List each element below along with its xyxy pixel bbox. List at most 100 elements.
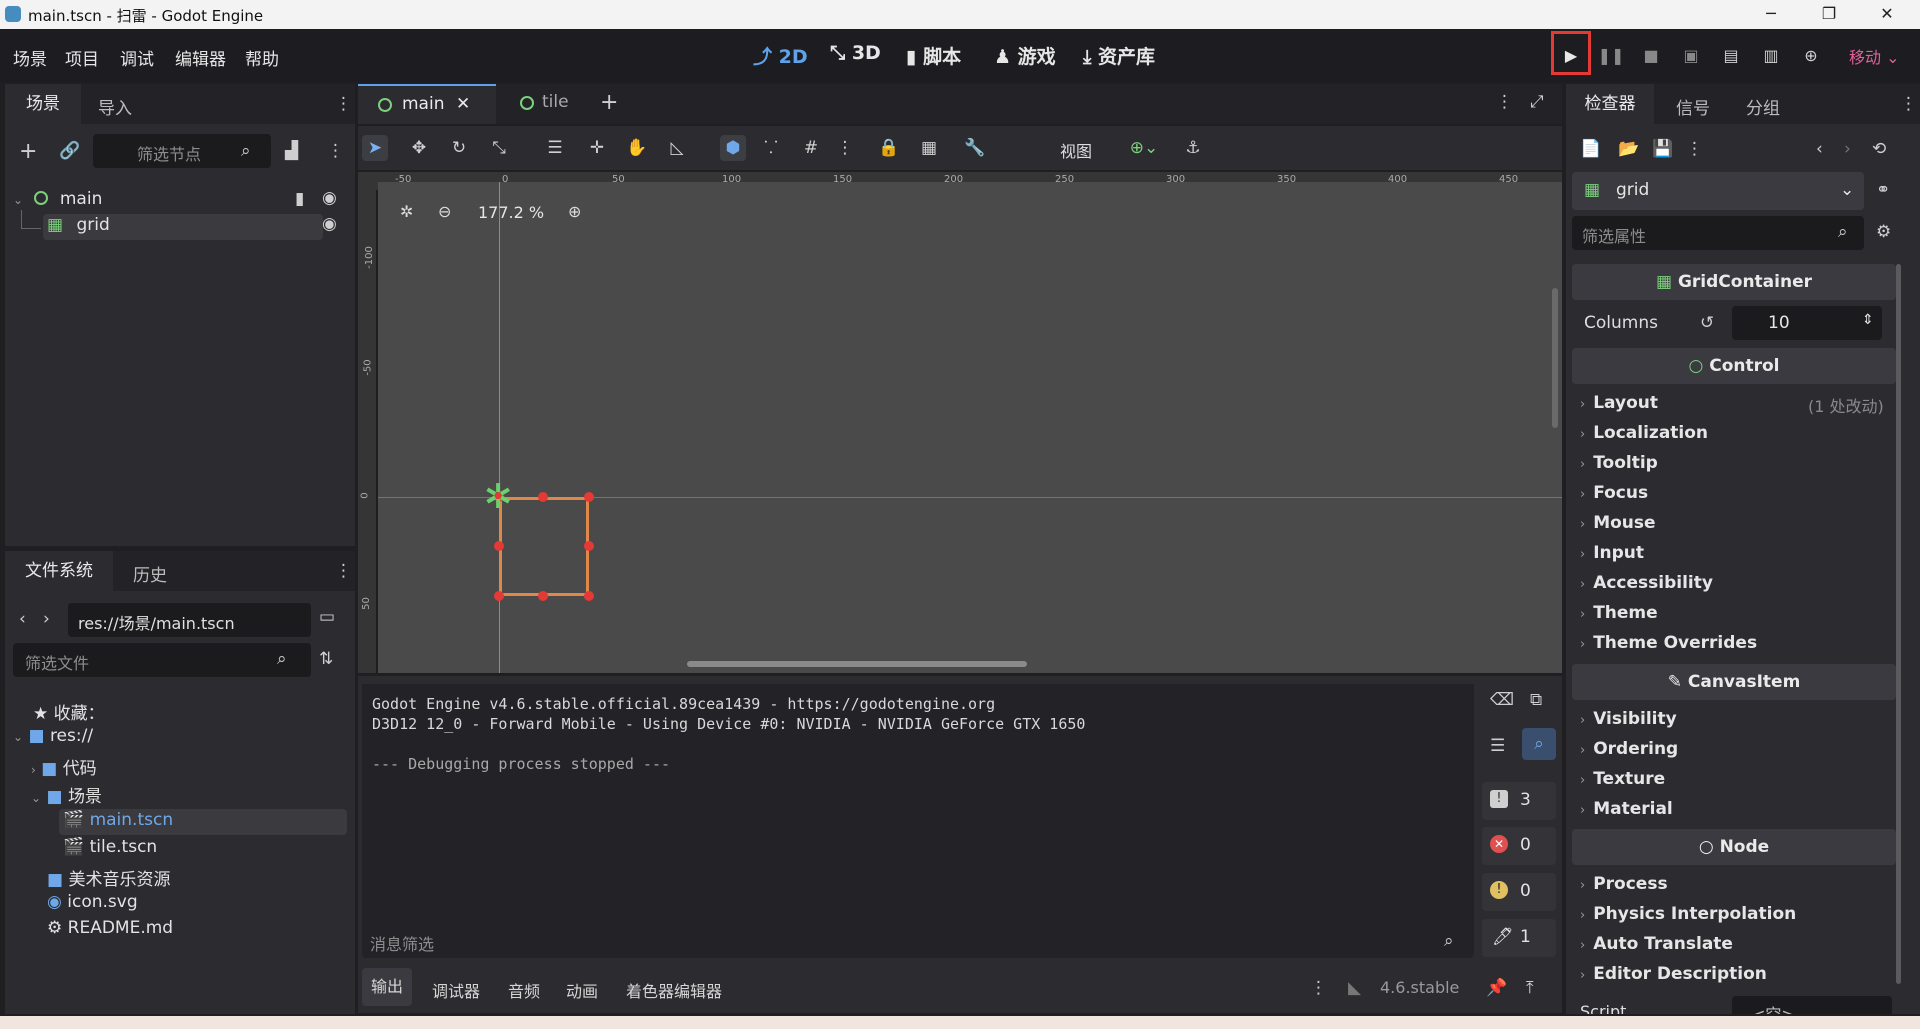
lock-icon[interactable]: 🔒 xyxy=(876,135,902,161)
favorites-item[interactable]: ★ 收藏： xyxy=(33,699,105,724)
class-header-canvasitem[interactable]: ✎ CanvasItem xyxy=(1572,664,1896,700)
move-mode-icon[interactable]: ✥ xyxy=(406,135,432,161)
tab-menu-icon[interactable]: ⋮ xyxy=(1496,92,1513,112)
scale-mode-icon[interactable]: ⤡ xyxy=(486,135,512,161)
zoom-in-icon[interactable]: ⊕ xyxy=(568,202,581,221)
tab-audio[interactable]: 音频 xyxy=(508,978,540,1002)
editor-message-count-button[interactable]: 🖊 1 xyxy=(1482,919,1556,957)
ruler-mode-icon[interactable]: ◺ xyxy=(664,135,690,161)
class-header-gridcontainer[interactable]: ▦ GridContainer xyxy=(1572,264,1896,300)
inspector-settings-icon[interactable]: ⚙ xyxy=(1876,222,1891,242)
view-menu[interactable]: 视图 xyxy=(1060,138,1092,162)
prop-physics-interpolation[interactable]: › Physics Interpolation xyxy=(1580,904,1796,924)
class-header-control[interactable]: ○ Control xyxy=(1572,348,1896,384)
menu-project[interactable]: 项目 xyxy=(65,45,99,70)
tab-debugger[interactable]: 调试器 xyxy=(432,978,480,1002)
add-anchor-icon[interactable]: ⊕⌄ xyxy=(1122,135,1166,161)
pin-icon[interactable]: 📌 xyxy=(1486,978,1507,998)
forward-icon[interactable]: › xyxy=(43,609,50,629)
file-filter-input[interactable]: 筛选文件 xyxy=(13,643,311,677)
instance-scene-icon[interactable]: ▟ xyxy=(285,141,298,161)
dock-menu-icon[interactable]: ⋮ xyxy=(1900,94,1917,114)
tab-main[interactable]: main ✕ xyxy=(358,84,496,124)
close-window-button[interactable]: ✕ xyxy=(1858,0,1916,29)
tab-history[interactable]: 历史 xyxy=(133,561,167,586)
list-select-icon[interactable]: ☰ xyxy=(542,135,568,161)
zoom-level[interactable]: 177.2 % xyxy=(478,203,544,222)
copy-output-icon[interactable]: ⧉ xyxy=(1530,690,1542,710)
prop-input[interactable]: › Input xyxy=(1580,543,1644,563)
minimize-button[interactable]: ─ xyxy=(1742,0,1800,29)
grid-snap-icon[interactable]: # xyxy=(798,135,824,161)
load-resource-icon[interactable]: 📂 xyxy=(1618,139,1639,159)
dock-menu-icon[interactable]: ⋮ xyxy=(335,94,352,114)
tab-groups[interactable]: 分组 xyxy=(1746,94,1780,119)
prop-texture[interactable]: › Texture xyxy=(1580,769,1665,789)
renderer-selector[interactable]: 移动 ⌄ xyxy=(1849,44,1900,68)
search-toggle-icon[interactable]: ⌕ xyxy=(1522,728,1556,760)
anchor-gizmo-icon[interactable]: ✲ xyxy=(484,480,513,514)
columns-spinbox[interactable]: 10 ⇕ xyxy=(1732,306,1882,340)
tab-output[interactable]: 输出 xyxy=(362,968,412,1006)
script-field[interactable]: <空> xyxy=(1732,996,1892,1014)
link-icon[interactable]: 🔗 xyxy=(59,141,80,161)
property-filter-input[interactable]: 筛选属性 xyxy=(1572,216,1864,250)
prop-material[interactable]: › Material xyxy=(1580,799,1673,819)
menu-editor[interactable]: 编辑器 xyxy=(175,45,226,70)
canvas-viewport[interactable]: ✲ ✲ ⊖ 177.2 % ⊕ xyxy=(378,182,1562,673)
movie-maker-icon[interactable]: ⊕ xyxy=(1797,43,1825,71)
handle[interactable] xyxy=(584,541,594,551)
tab-animation[interactable]: 动画 xyxy=(566,978,598,1002)
folder-scenes[interactable]: ⌄ ■ 场景 xyxy=(31,782,102,807)
scene-options-icon[interactable]: ⋮ xyxy=(327,141,344,161)
sort-icon[interactable]: ⇅ xyxy=(319,649,333,669)
dock-menu-icon[interactable]: ⋮ xyxy=(335,561,352,581)
prop-accessibility[interactable]: › Accessibility xyxy=(1580,573,1713,593)
inspector-scrollbar[interactable] xyxy=(1896,264,1901,984)
history-back-icon[interactable]: ‹ xyxy=(1816,139,1823,159)
anchor-icon[interactable]: ⚓ xyxy=(1180,135,1206,161)
warning-count-button[interactable]: ! 0 xyxy=(1482,873,1556,911)
close-tab-icon[interactable]: ✕ xyxy=(456,94,470,114)
prop-process[interactable]: › Process xyxy=(1580,874,1668,894)
path-field[interactable]: res://场景/main.tscn xyxy=(68,603,311,637)
tab-shader-editor[interactable]: 着色器编辑器 xyxy=(626,978,722,1002)
prop-editor-description[interactable]: › Editor Description xyxy=(1580,964,1767,984)
main-screen-3d[interactable]: ⤡ 3D xyxy=(830,42,881,64)
extra-options-icon[interactable]: ⋮ xyxy=(1686,139,1703,159)
prop-mouse[interactable]: › Mouse xyxy=(1580,513,1656,533)
group-icon[interactable]: ▦ xyxy=(916,135,942,161)
tab-inspector[interactable]: 检查器 xyxy=(1566,84,1654,124)
snap-icon[interactable]: ⸪ xyxy=(758,135,784,161)
visibility-eye-icon[interactable]: ◉ xyxy=(322,188,337,208)
menu-debug[interactable]: 调试 xyxy=(120,45,154,70)
prop-auto-translate[interactable]: › Auto Translate xyxy=(1580,934,1733,954)
prop-theme[interactable]: › Theme xyxy=(1580,603,1658,623)
tree-node-grid[interactable]: ▦ grid xyxy=(47,215,110,235)
add-tab-icon[interactable]: + xyxy=(600,90,618,115)
maximize-button[interactable]: ❐ xyxy=(1800,0,1858,29)
split-view-icon[interactable]: ▭ xyxy=(319,607,335,627)
zoom-out-icon[interactable]: ⊖ xyxy=(438,202,451,221)
clear-output-icon[interactable]: ⌫ xyxy=(1490,690,1514,710)
handle[interactable] xyxy=(494,591,504,601)
prop-ordering[interactable]: › Ordering xyxy=(1580,739,1678,759)
script-attached-icon[interactable]: ▮ xyxy=(295,189,304,209)
save-resource-icon[interactable]: 💾 xyxy=(1652,139,1673,159)
add-node-icon[interactable]: + xyxy=(19,139,37,164)
play-current-scene-icon[interactable]: ▤ xyxy=(1717,43,1745,71)
main-screen-2d[interactable]: ⤴ 2D xyxy=(753,42,808,69)
handle[interactable] xyxy=(538,591,548,601)
history-forward-icon[interactable]: › xyxy=(1844,139,1851,159)
handle[interactable] xyxy=(584,591,594,601)
remote-debug-icon[interactable]: ▣ xyxy=(1677,43,1705,71)
tab-tile[interactable]: tile xyxy=(520,84,600,124)
tab-scene[interactable]: 场景 xyxy=(5,84,81,124)
prop-visibility[interactable]: › Visibility xyxy=(1580,709,1677,729)
node-docs-icon[interactable]: ⚭ xyxy=(1876,180,1890,200)
file-main-tscn[interactable]: 🎬 main.tscn xyxy=(63,810,173,830)
handle[interactable] xyxy=(538,492,548,502)
tree-node-main[interactable]: ⌄ main xyxy=(13,189,102,209)
handle[interactable] xyxy=(584,492,594,502)
tab-filesystem[interactable]: 文件系统 xyxy=(5,551,113,591)
